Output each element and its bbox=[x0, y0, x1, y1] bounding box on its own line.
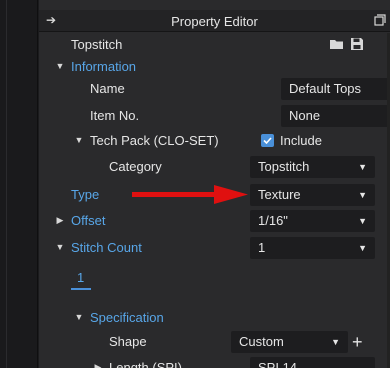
stitch-count-label: Stitch Count bbox=[71, 240, 142, 255]
type-value: Texture bbox=[258, 187, 301, 202]
annotation-arrow bbox=[132, 185, 248, 204]
collapse-triangle-icon[interactable]: ▶ bbox=[93, 362, 103, 368]
type-dropdown[interactable]: Texture ▼ bbox=[250, 184, 375, 206]
offset-row[interactable]: ▶ Offset 1/16" ▼ bbox=[39, 209, 390, 233]
add-shape-button[interactable]: + bbox=[352, 333, 363, 351]
offset-dropdown[interactable]: 1/16" ▼ bbox=[250, 210, 375, 232]
stitch-count-row[interactable]: ▼ Stitch Count 1 ▼ bbox=[39, 236, 390, 260]
category-row: Category Topstitch ▼ bbox=[39, 155, 390, 179]
expand-triangle-icon[interactable]: ▼ bbox=[74, 135, 84, 145]
panel-title: Property Editor bbox=[171, 14, 258, 29]
name-value: Default Tops bbox=[289, 81, 362, 96]
offset-value: 1/16" bbox=[258, 213, 288, 228]
name-label: Name bbox=[90, 81, 125, 96]
float-window-icon[interactable] bbox=[374, 14, 386, 26]
expand-triangle-icon[interactable]: ▼ bbox=[74, 312, 84, 322]
length-label: Length (SPI) bbox=[109, 360, 182, 368]
annotation-arrow-shaft bbox=[132, 192, 218, 197]
stitch-count-dropdown[interactable]: 1 ▼ bbox=[250, 237, 375, 259]
include-label: Include bbox=[280, 133, 322, 148]
information-label: Information bbox=[71, 59, 137, 74]
shape-label: Shape bbox=[109, 334, 147, 349]
item-no-row: Item No. None bbox=[39, 104, 390, 128]
shape-value: Custom bbox=[239, 334, 284, 349]
chevron-down-icon: ▼ bbox=[358, 243, 367, 253]
shape-row: Shape Custom ▼ + bbox=[39, 330, 390, 354]
save-icon[interactable] bbox=[350, 37, 366, 51]
stitch-tab-row: 1 bbox=[39, 266, 390, 290]
panel-titlebar: ➔ Property Editor bbox=[39, 10, 390, 32]
category-dropdown[interactable]: Topstitch ▼ bbox=[250, 156, 375, 178]
techpack-label: Tech Pack (CLO-SET) bbox=[90, 133, 219, 148]
stitch-count-value: 1 bbox=[258, 240, 266, 255]
category-value: Topstitch bbox=[258, 159, 310, 174]
chevron-down-icon: ▼ bbox=[331, 337, 340, 347]
specification-label: Specification bbox=[90, 310, 164, 325]
annotation-arrow-head bbox=[214, 185, 248, 204]
object-name: Topstitch bbox=[71, 37, 123, 52]
shape-dropdown[interactable]: Custom ▼ bbox=[231, 331, 348, 353]
length-value: SPI 14 bbox=[258, 360, 298, 368]
chevron-down-icon: ▼ bbox=[358, 190, 367, 200]
techpack-row: ▼ Tech Pack (CLO-SET) Include bbox=[39, 130, 390, 154]
property-editor-panel: ➔ Property Editor Topstitch ▼ Informatio… bbox=[39, 0, 390, 368]
expand-triangle-icon[interactable]: ▼ bbox=[55, 242, 65, 252]
sidebar-divider bbox=[6, 0, 7, 368]
include-checkbox[interactable] bbox=[261, 134, 274, 147]
category-label: Category bbox=[109, 159, 162, 174]
length-dropdown[interactable]: SPI 14 bbox=[250, 357, 375, 368]
type-label: Type bbox=[71, 187, 100, 202]
left-sidebar-strip bbox=[0, 0, 38, 368]
length-row: ▶ Length (SPI) SPI 14 bbox=[39, 356, 390, 368]
open-folder-icon[interactable] bbox=[329, 37, 345, 51]
offset-label: Offset bbox=[71, 213, 106, 228]
tab-stitch-1[interactable]: 1 bbox=[77, 270, 84, 286]
item-no-field[interactable]: None bbox=[281, 105, 390, 127]
name-row: Name Default Tops bbox=[39, 77, 390, 101]
expand-triangle-icon[interactable]: ▼ bbox=[55, 61, 65, 71]
chevron-down-icon: ▼ bbox=[358, 216, 367, 226]
specification-section-header[interactable]: ▼ Specification bbox=[39, 307, 390, 331]
active-tab-indicator bbox=[71, 288, 91, 290]
item-no-label: Item No. bbox=[90, 108, 140, 123]
chevron-down-icon: ▼ bbox=[358, 162, 367, 172]
item-no-value: None bbox=[289, 108, 321, 123]
collapse-triangle-icon[interactable]: ▶ bbox=[55, 215, 65, 225]
name-field[interactable]: Default Tops bbox=[281, 78, 390, 100]
